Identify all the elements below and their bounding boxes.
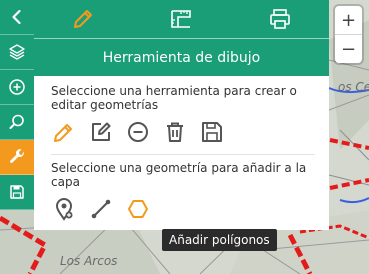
draw-panel: Seleccione una herramienta para crear o …	[34, 76, 329, 230]
geometry-row	[51, 191, 315, 227]
tab-draw[interactable]	[34, 0, 132, 38]
back-button[interactable]	[0, 0, 34, 35]
add-polygon-button[interactable]	[125, 196, 151, 222]
chevron-left-icon	[12, 9, 21, 25]
sidebar	[0, 0, 34, 213]
zoom-control: + −	[335, 6, 362, 63]
tools-button[interactable]	[0, 140, 34, 175]
remove-vertex-button[interactable]	[125, 119, 151, 145]
add-point-button[interactable]	[51, 196, 77, 222]
plus-circle-icon	[9, 79, 25, 95]
ruler-icon	[171, 10, 192, 28]
wrench-icon	[10, 149, 24, 163]
zoom-in-button[interactable]: +	[335, 6, 362, 34]
line-icon	[91, 199, 111, 219]
point-icon	[55, 198, 73, 221]
edit-tool-button[interactable]	[88, 119, 114, 145]
geometry-instruction: Seleccione una geometría para añadir a l…	[51, 161, 307, 189]
save-icon	[202, 122, 222, 142]
map-label-los-arcos: Los Arcos	[60, 254, 118, 268]
minus-circle-icon	[128, 122, 148, 142]
layers-icon	[9, 44, 25, 60]
add-line-button[interactable]	[88, 196, 114, 222]
tab-print[interactable]	[231, 0, 329, 38]
polygon-icon	[128, 200, 148, 218]
map-label-cerro: os Cerr	[338, 80, 369, 94]
delete-tool-button[interactable]	[162, 119, 188, 145]
zoom-out-button[interactable]: −	[335, 34, 362, 63]
search-button[interactable]	[0, 105, 34, 140]
save-icon	[10, 185, 24, 199]
save-tool-button[interactable]	[199, 119, 225, 145]
printer-icon	[270, 9, 290, 29]
draw-tool-button[interactable]	[51, 119, 77, 145]
pencil-icon	[74, 10, 93, 28]
save-side-button[interactable]	[0, 175, 34, 210]
pencil-icon	[54, 124, 72, 142]
layers-button[interactable]	[0, 35, 34, 70]
add-button[interactable]	[0, 70, 34, 105]
trash-icon	[167, 122, 183, 142]
edit-icon	[92, 122, 111, 141]
edit-tools-instruction: Seleccione una herramienta para crear o …	[51, 84, 297, 112]
panel-title: Herramienta de dibujo	[34, 38, 329, 76]
tab-measure[interactable]	[132, 0, 230, 38]
edit-tools-row	[51, 114, 315, 150]
divider	[51, 154, 315, 155]
tool-tabs	[34, 0, 329, 38]
search-icon	[9, 114, 24, 129]
tooltip: Añadir polígonos	[162, 229, 277, 251]
